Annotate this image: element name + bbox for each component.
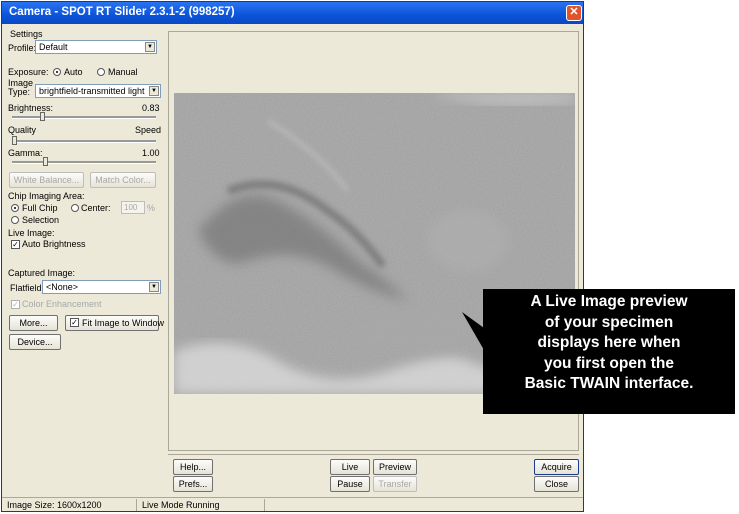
profile-value: Default [39, 42, 68, 52]
status-divider [264, 499, 265, 511]
fit-image-toggle[interactable]: ✓ Fit Image to Window [65, 315, 164, 331]
preview-button[interactable]: Preview [373, 459, 417, 475]
auto-brightness-checkbox[interactable]: ✓ [11, 240, 20, 249]
help-button[interactable]: Help... [173, 459, 213, 475]
quality-label: Quality [8, 125, 37, 135]
gamma-slider-thumb[interactable] [42, 157, 48, 166]
image-type-select[interactable]: brightfield-transmitted light ▼ [35, 84, 161, 98]
fit-image-label: Fit Image to Window [82, 318, 165, 328]
full-chip-radio[interactable] [11, 204, 19, 212]
flatfield-value: <None> [46, 282, 79, 292]
close-icon: ✕ [569, 6, 579, 18]
brightness-label: Brightness: [8, 103, 54, 113]
image-type-value: brightfield-transmitted light [39, 86, 145, 96]
callout-line: Basic TWAIN interface. [524, 375, 694, 392]
dropdown-arrow-icon: ▼ [149, 282, 159, 292]
dropdown-arrow-icon: ▼ [149, 86, 159, 96]
callout-line: displays here when [537, 334, 681, 351]
gamma-value: 1.00 [142, 148, 160, 158]
chip-area-label: Chip Imaging Area: [8, 191, 85, 201]
flatfield-label: Flatfield: [10, 283, 45, 293]
status-divider [136, 499, 137, 511]
button-row-divider [168, 454, 579, 455]
pause-button[interactable]: Pause [330, 476, 370, 492]
center-label: Center: [81, 203, 111, 213]
checkmark-icon: ✓ [12, 240, 19, 249]
speed-label: Speed [135, 125, 162, 135]
center-percent-input[interactable]: 100 [121, 201, 145, 214]
callout-line: you first open the [543, 354, 675, 372]
status-mode: Live Mode Running [142, 500, 220, 510]
gamma-slider-track[interactable] [12, 161, 156, 164]
exposure-auto-radio[interactable] [53, 68, 61, 76]
center-percent-unit: % [147, 203, 156, 213]
profile-label: Profile: [8, 43, 37, 53]
window-title: Camera - SPOT RT Slider 2.3.1-2 (998257) [9, 6, 235, 18]
full-chip-label: Full Chip [22, 203, 58, 213]
auto-brightness-label: Auto Brightness [22, 239, 86, 249]
checkmark-icon: ✓ [12, 300, 19, 309]
callout-line: A Live Image preview [530, 293, 688, 310]
status-bar: Image Size: 1600x1200 Live Mode Running [2, 497, 583, 511]
callout-line: of your specimen [544, 313, 674, 331]
flatfield-select[interactable]: <None> ▼ [42, 280, 161, 294]
quality-slider-thumb[interactable] [12, 136, 17, 145]
device-button[interactable]: Device... [9, 334, 61, 350]
color-enhancement-label: Color Enhancement [22, 299, 102, 309]
camera-window: Camera - SPOT RT Slider 2.3.1-2 (998257)… [1, 1, 584, 512]
gamma-label: Gamma: [8, 148, 43, 158]
acquire-button[interactable]: Acquire [534, 459, 579, 475]
close-button[interactable]: Close [534, 476, 579, 492]
title-bar[interactable]: Camera - SPOT RT Slider 2.3.1-2 (998257)… [2, 2, 583, 24]
match-color-button[interactable]: Match Color... [90, 172, 156, 188]
quality-slider-track[interactable] [12, 140, 156, 143]
exposure-manual-label: Manual [108, 67, 138, 77]
settings-group-label: Settings [10, 29, 43, 39]
brightness-slider-track[interactable] [12, 116, 156, 119]
dropdown-arrow-icon: ▼ [145, 42, 155, 52]
captured-image-label: Captured Image: [8, 268, 76, 278]
exposure-auto-label: Auto [64, 67, 83, 77]
white-balance-button[interactable]: White Balance... [9, 172, 84, 188]
checkmark-icon: ✓ [71, 318, 78, 327]
more-button[interactable]: More... [9, 315, 58, 331]
brightness-value: 0.83 [142, 103, 160, 113]
status-image-size: Image Size: 1600x1200 [7, 500, 102, 510]
selection-radio[interactable] [11, 216, 19, 224]
fit-image-checkbox[interactable]: ✓ [70, 318, 79, 327]
prefs-button[interactable]: Prefs... [173, 476, 213, 492]
live-image-label: Live Image: [8, 228, 55, 238]
live-button[interactable]: Live [330, 459, 370, 475]
image-type-label-2: Type: [8, 87, 31, 97]
exposure-label: Exposure: [8, 67, 49, 77]
callout-box: A Live Image preview of your specimen di… [483, 289, 735, 414]
brightness-slider-thumb[interactable] [39, 112, 45, 121]
selection-label: Selection [22, 215, 60, 225]
transfer-button[interactable]: Transfer [373, 476, 417, 492]
exposure-manual-radio[interactable] [97, 68, 105, 76]
center-radio[interactable] [71, 204, 79, 212]
profile-select[interactable]: Default ▼ [35, 40, 157, 54]
color-enhancement-checkbox[interactable]: ✓ [11, 300, 20, 309]
close-window-button[interactable]: ✕ [566, 5, 582, 21]
